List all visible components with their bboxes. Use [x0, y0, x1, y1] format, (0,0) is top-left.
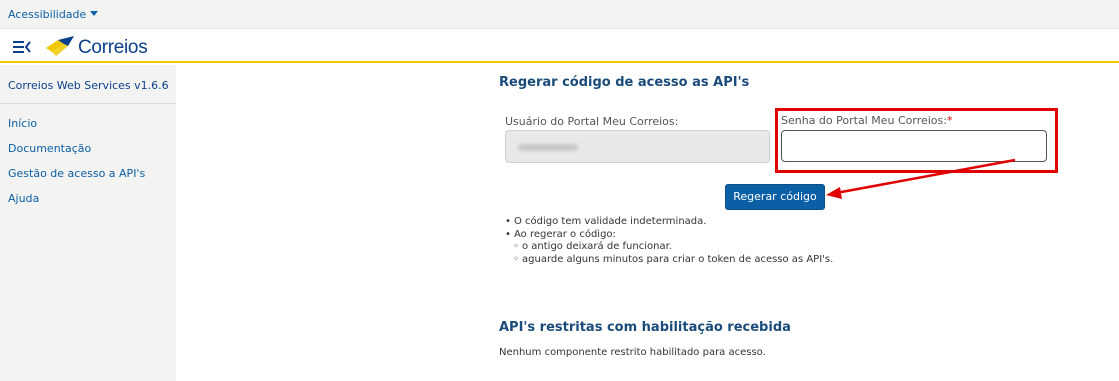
password-field-label: Senha do Portal Meu Correios:* — [781, 114, 952, 127]
required-mark: * — [946, 114, 953, 127]
note-old-stops: o antigo deixará de funcionar. — [505, 241, 833, 254]
redacted-username — [518, 144, 578, 151]
sidebar-item-gestao-acesso[interactable]: Gestão de acesso a API's — [8, 167, 145, 192]
sidebar-item-ajuda[interactable]: Ajuda — [8, 192, 145, 217]
password-field[interactable] — [781, 130, 1047, 162]
sidebar-item-inicio[interactable]: Início — [8, 117, 145, 142]
user-field-label: Usuário do Portal Meu Correios: — [505, 115, 679, 128]
top-bar: Acessibilidade — [0, 0, 1119, 29]
sidebar-title: Correios Web Services v1.6.6 — [8, 79, 169, 92]
correios-logo[interactable]: Correios — [44, 34, 148, 58]
notes-list: O código tem validade indeterminada. Ao … — [505, 216, 833, 266]
sidebar-item-documentacao[interactable]: Documentação — [8, 142, 145, 167]
sidebar-nav: Início Documentação Gestão de acesso a A… — [8, 117, 145, 217]
correios-logo-mark — [46, 36, 74, 56]
page-title: Regerar código de acesso as API's — [499, 75, 750, 90]
header: Correios — [0, 29, 1119, 63]
accessibility-menu[interactable]: Acessibilidade — [8, 8, 99, 21]
sidebar: Correios Web Services v1.6.6 Início Docu… — [0, 65, 176, 381]
brand-name: Correios — [78, 37, 148, 58]
restricted-apis-title: API's restritas com habilitação recebida — [499, 320, 791, 335]
menu-collapse-icon[interactable] — [13, 41, 31, 53]
sidebar-divider — [0, 103, 176, 104]
note-wait-minutes: aguarde alguns minutos para criar o toke… — [505, 254, 833, 267]
note-on-regenerate: Ao regerar o código: — [505, 229, 833, 242]
caret-down-icon — [90, 11, 99, 16]
password-label-text: Senha do Portal Meu Correios: — [781, 114, 947, 127]
accessibility-label[interactable]: Acessibilidade — [8, 8, 86, 21]
restricted-apis-text: Nenhum componente restrito habilitado pa… — [499, 347, 766, 358]
note-validity: O código tem validade indeterminada. — [505, 216, 833, 229]
regenerate-code-button[interactable]: Regerar código — [725, 184, 825, 210]
user-field — [505, 130, 770, 163]
